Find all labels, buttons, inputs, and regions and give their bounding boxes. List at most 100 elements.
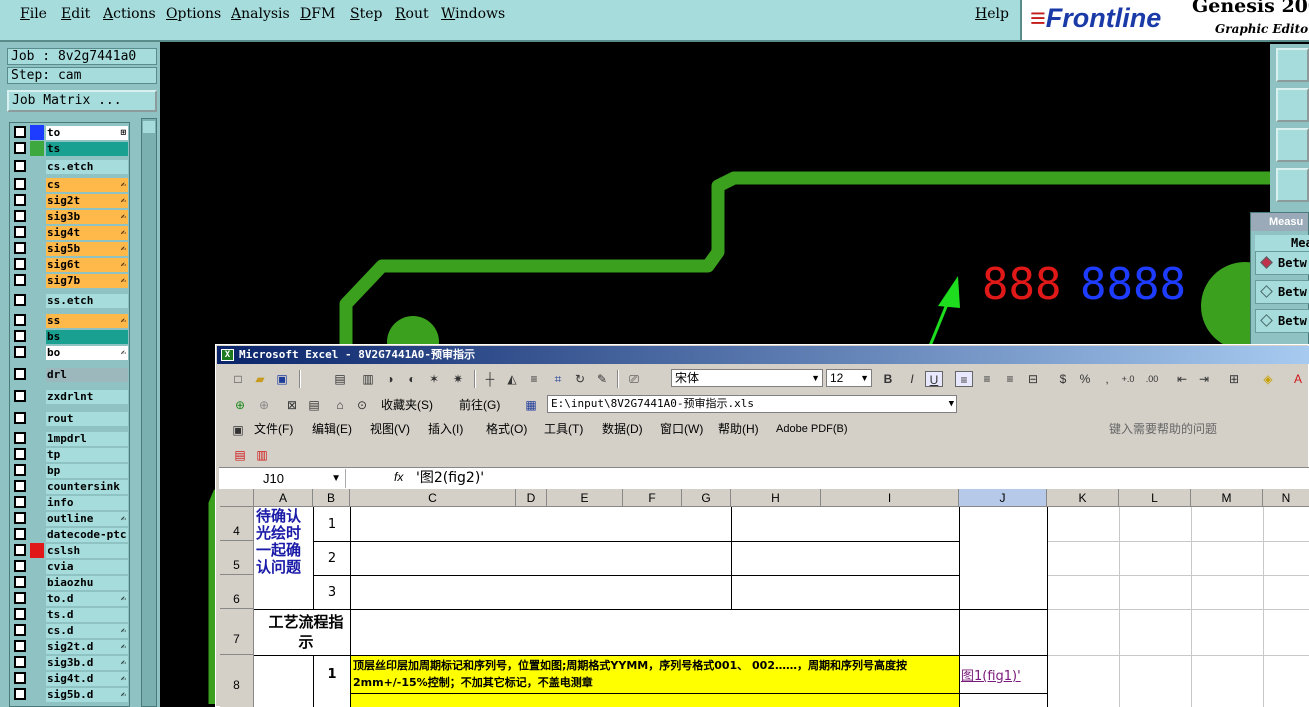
layer-row-sig3b-d[interactable]: sig3b.d ✍ — [12, 655, 130, 671]
layer-row-cslsh[interactable]: cslsh — [12, 543, 130, 559]
layer-color-swatch[interactable] — [30, 273, 44, 288]
cell-b4[interactable]: 1 — [314, 508, 350, 541]
zoom-fit-icon[interactable] — [1276, 128, 1309, 162]
layer-edit-icon[interactable]: ✍ — [121, 242, 126, 256]
refresh-icon[interactable]: ▤ — [305, 397, 323, 413]
font-size-select[interactable]: 12 ▼ — [826, 369, 872, 387]
layer-name[interactable]: sig6t ✍ — [46, 258, 128, 272]
column-header[interactable]: A — [254, 489, 313, 507]
layer-checkbox[interactable] — [14, 160, 26, 172]
layer-edit-icon[interactable]: ✍ — [121, 194, 126, 208]
align-left-icon[interactable]: ≡ — [955, 371, 973, 387]
excel-menu-data[interactable]: 数据(D) — [602, 421, 643, 437]
menu-edit[interactable]: Edit — [61, 6, 90, 22]
layer-row-to-d[interactable]: to.d ✍ — [12, 591, 130, 607]
format-painter-icon[interactable]: ✶ — [425, 371, 443, 387]
crop-icon[interactable]: ⌗ — [549, 371, 567, 387]
measure-option-2[interactable]: Betw — [1255, 280, 1309, 304]
measure-option-3[interactable]: Betw — [1255, 309, 1309, 333]
layer-name[interactable]: bo ✍ — [46, 346, 128, 360]
layer-name[interactable]: zxdrlnt — [46, 390, 128, 404]
layer-edit-icon[interactable]: ✍ — [121, 274, 126, 288]
currency-icon[interactable]: $ — [1054, 371, 1072, 387]
cell-b6[interactable]: 3 — [314, 576, 350, 609]
layer-row-sig6t[interactable]: sig6t ✍ — [12, 257, 130, 273]
layer-name[interactable]: datecode-ptc — [46, 528, 128, 542]
layer-edit-icon[interactable]: ✍ — [121, 346, 126, 360]
layer-checkbox[interactable] — [14, 464, 26, 476]
layer-row-outline[interactable]: outline ✍ — [12, 511, 130, 527]
layer-checkbox[interactable] — [14, 142, 26, 154]
layer-color-swatch[interactable] — [30, 687, 44, 702]
layer-name[interactable]: bs — [46, 330, 128, 344]
cell-b5[interactable]: 2 — [314, 542, 350, 575]
layer-checkbox[interactable] — [14, 560, 26, 572]
underline-icon[interactable]: U — [925, 371, 943, 387]
home-icon[interactable]: ⌂ — [331, 397, 349, 413]
layer-color-swatch[interactable] — [30, 159, 44, 174]
import-icon[interactable] — [1276, 88, 1309, 122]
cell-a4-merged[interactable]: 待确认光绘时一起确认问题 — [256, 508, 312, 576]
menu-actions[interactable]: Actions — [103, 6, 156, 22]
formula-input[interactable]: '图2(fig2)' — [416, 469, 484, 488]
layer-color-swatch[interactable] — [30, 209, 44, 224]
layer-checkbox[interactable] — [14, 126, 26, 138]
layer-name[interactable]: cs ✍ — [46, 178, 128, 192]
measure-option-1[interactable]: Betw — [1255, 251, 1309, 275]
font-color-icon[interactable]: A — [1289, 371, 1307, 387]
align-right-icon[interactable]: ≡ — [1001, 371, 1019, 387]
layer-color-swatch[interactable] — [30, 511, 44, 526]
layer-edit-icon[interactable]: ✍ — [121, 512, 126, 526]
layer-color-swatch[interactable] — [30, 225, 44, 240]
layer-checkbox[interactable] — [14, 672, 26, 684]
cell-c8[interactable]: 顶层丝印层加周期标记和序列号，位置如图;周期格式YYMM，序列号格式001、 0… — [353, 657, 957, 691]
layer-checkbox[interactable] — [14, 480, 26, 492]
layer-checkbox[interactable] — [14, 496, 26, 508]
column-header[interactable]: C — [350, 489, 516, 507]
layer-row-bs[interactable]: bs — [12, 329, 130, 345]
layer-row-to[interactable]: to ⊞ — [12, 125, 130, 141]
excel-menu-help[interactable]: 帮助(H) — [718, 421, 759, 437]
column-header-selected[interactable]: J — [959, 489, 1047, 507]
layer-color-swatch[interactable] — [30, 329, 44, 344]
column-header[interactable]: I — [821, 489, 959, 507]
address-input[interactable]: E:\input\8V2G7441A0-预审指示.xls ▼ — [547, 395, 957, 413]
layer-color-swatch[interactable] — [30, 389, 44, 404]
spreadsheet-grid[interactable]: A B C D E F G H I J K L M N 4 5 6 7 8 待确… — [220, 489, 1309, 707]
lines-icon[interactable]: ≡ — [525, 371, 543, 387]
layer-color-swatch[interactable] — [30, 575, 44, 590]
layer-edit-icon[interactable]: ✍ — [121, 314, 126, 328]
italic-icon[interactable]: I — [903, 371, 921, 387]
cell-a7[interactable]: 工艺流程指示 — [264, 612, 348, 652]
layer-name[interactable]: tp — [46, 448, 128, 462]
layer-checkbox[interactable] — [14, 448, 26, 460]
menu-file[interactable]: File — [20, 6, 47, 22]
column-header[interactable]: B — [313, 489, 350, 507]
forward-icon[interactable]: ⊕ — [255, 397, 273, 413]
layer-row-cvia[interactable]: cvia — [12, 559, 130, 575]
layer-edit-icon[interactable]: ✍ — [121, 210, 126, 224]
step-field[interactable]: Step: cam — [7, 67, 157, 84]
menu-windows[interactable]: Windows — [441, 6, 505, 22]
layer-name[interactable]: 1mpdrl — [46, 432, 128, 446]
layer-name[interactable]: countersink — [46, 480, 128, 494]
layer-row-bo[interactable]: bo ✍ — [12, 345, 130, 361]
layer-row-ss-etch[interactable]: ss.etch — [12, 293, 130, 309]
row-header[interactable]: 6 — [220, 575, 254, 609]
layer-color-swatch[interactable] — [30, 141, 44, 156]
layer-checkbox[interactable] — [14, 544, 26, 556]
layer-color-swatch[interactable] — [30, 241, 44, 256]
layer-name[interactable]: sig3b.d ✍ — [46, 656, 128, 670]
layer-row-sig4t-d[interactable]: sig4t.d ✍ — [12, 671, 130, 687]
search-icon[interactable]: ⊙ — [353, 397, 371, 413]
excel-menu-window[interactable]: 窗口(W) — [660, 421, 703, 437]
column-header[interactable]: F — [623, 489, 682, 507]
layer-name[interactable]: sig2t ✍ — [46, 194, 128, 208]
email-pdf-icon[interactable]: ▥ — [253, 447, 271, 463]
layer-row-cs-d[interactable]: cs.d ✍ — [12, 623, 130, 639]
layer-color-swatch[interactable] — [30, 559, 44, 574]
convert-pdf-icon[interactable]: ▤ — [231, 447, 249, 463]
menu-step[interactable]: Step — [350, 6, 382, 22]
layer-color-swatch[interactable] — [30, 639, 44, 654]
layer-row-info[interactable]: info — [12, 495, 130, 511]
